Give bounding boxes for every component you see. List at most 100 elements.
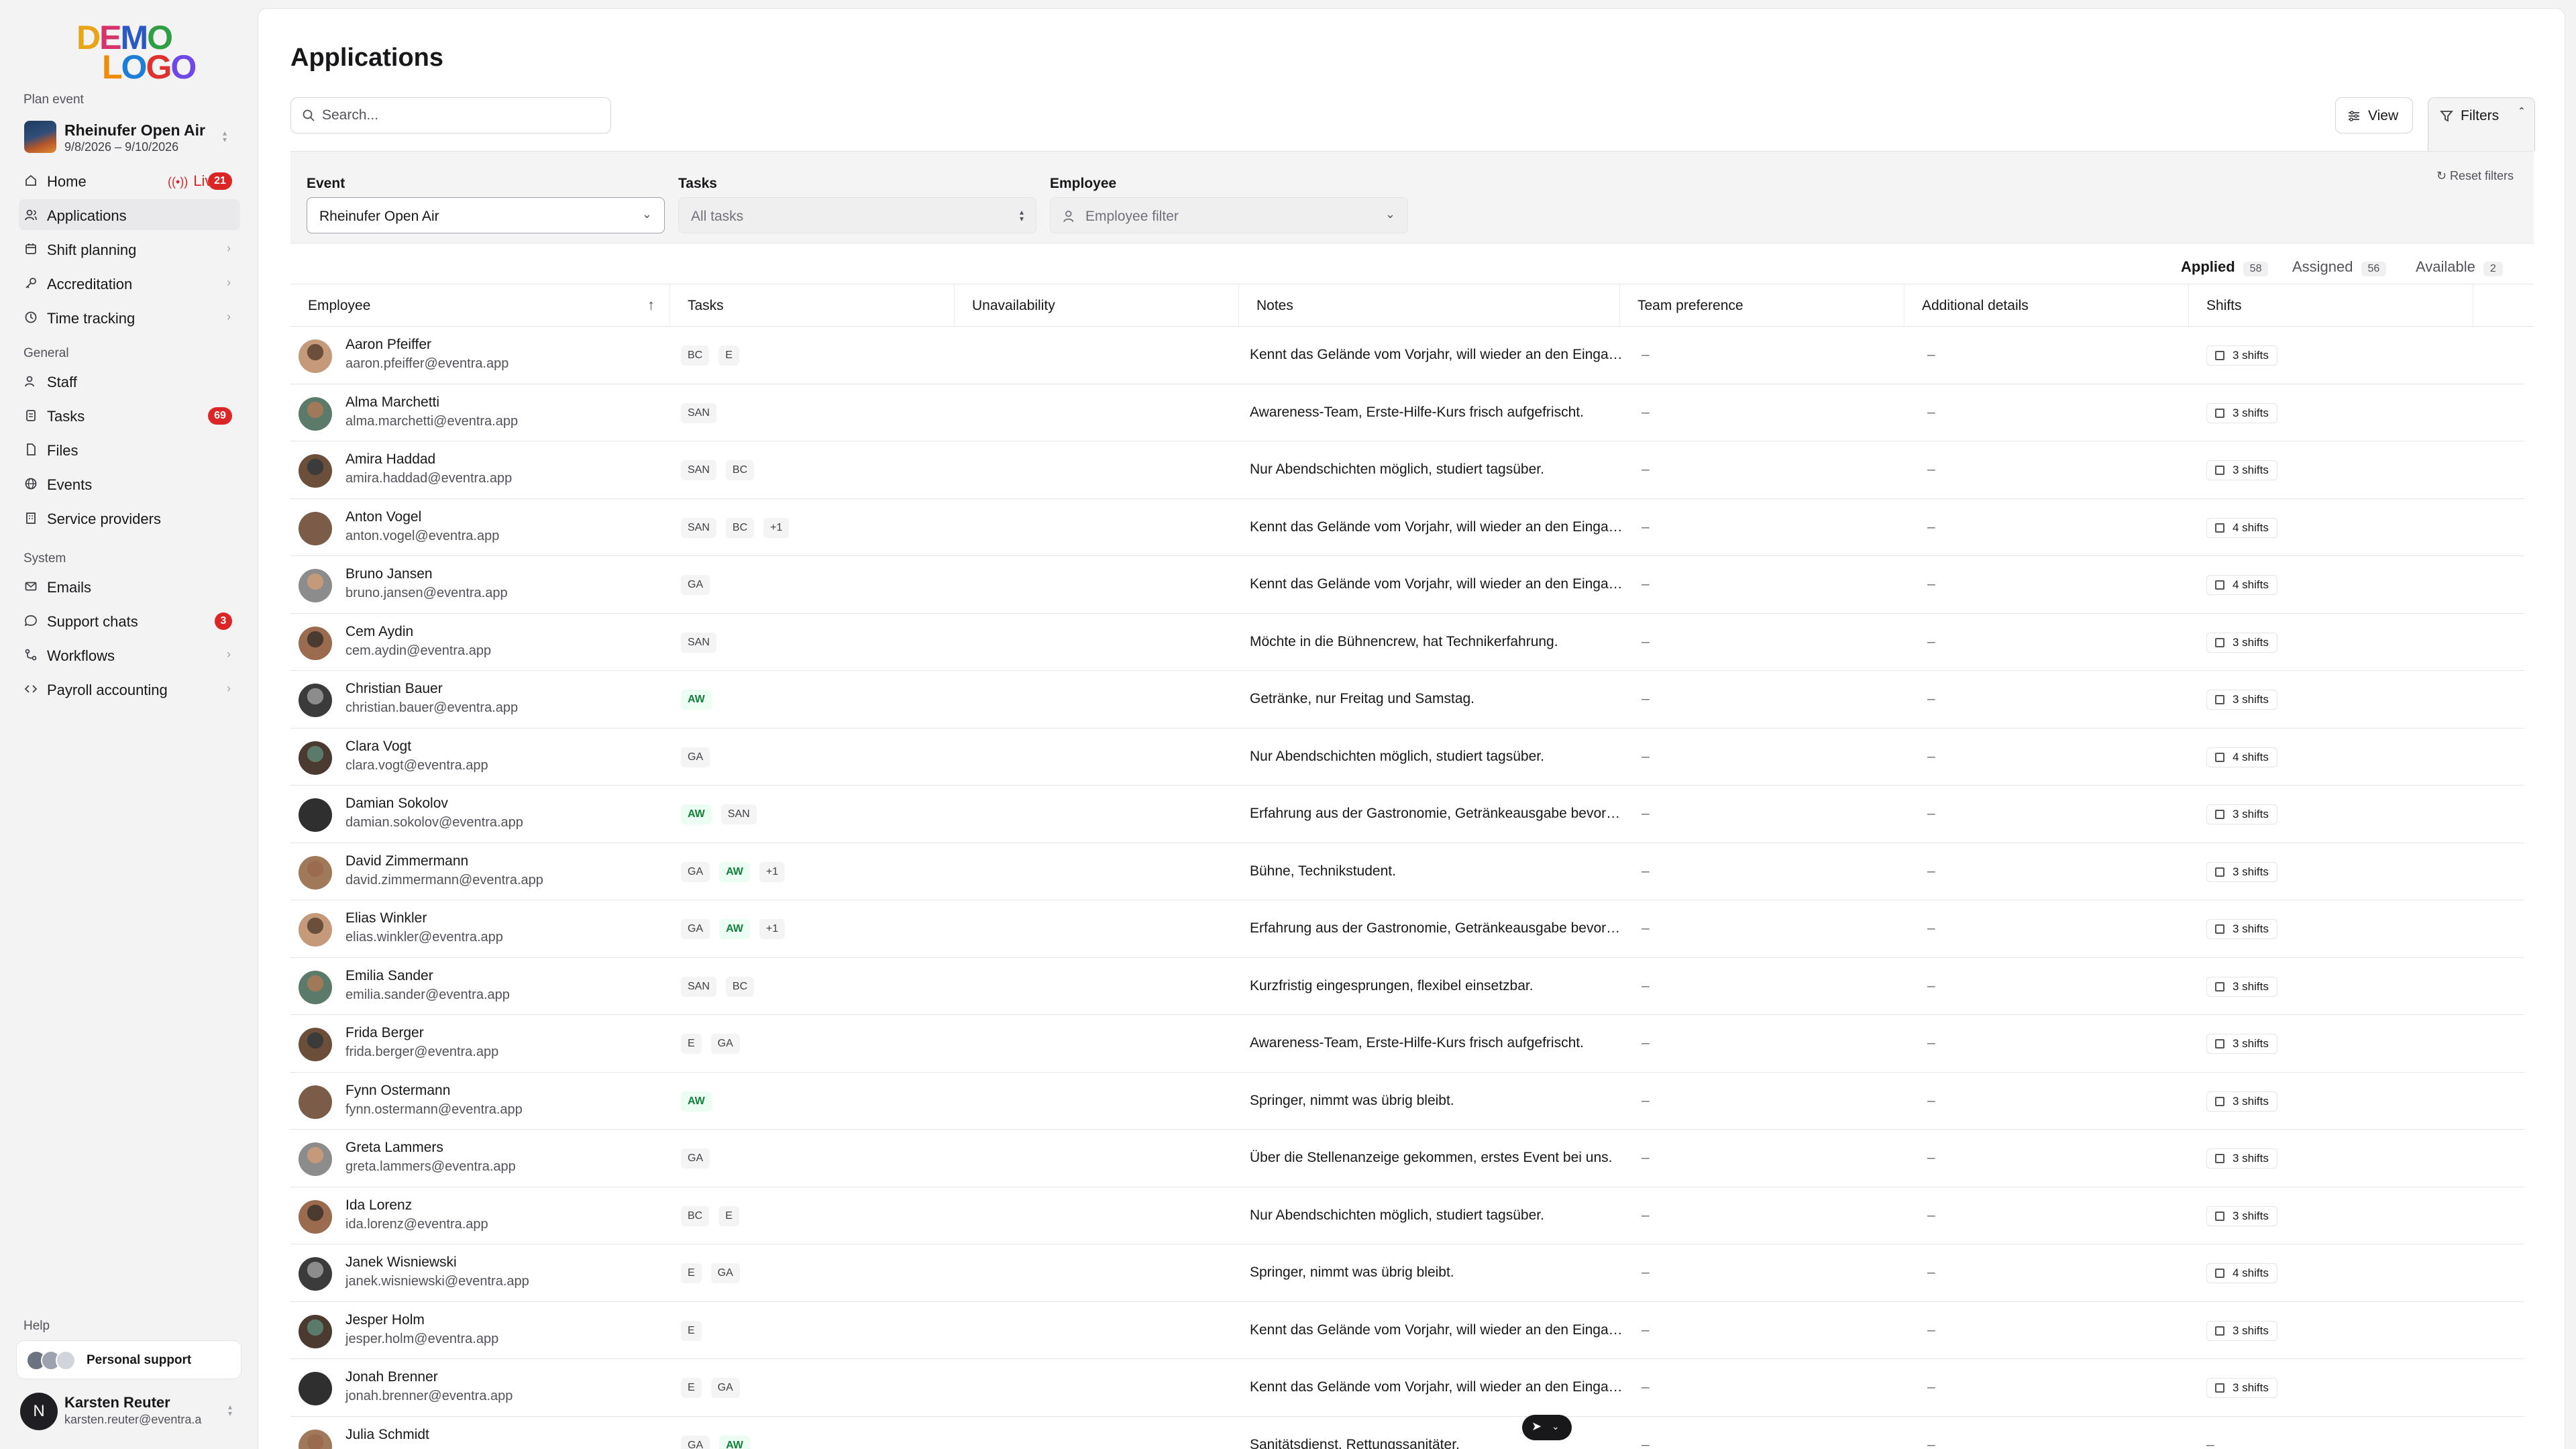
sidebar-item-accreditation[interactable]: Accreditation › — [19, 268, 240, 299]
column-team-preference[interactable]: Team preference — [1620, 284, 1904, 327]
additional-details-cell: – — [1927, 1379, 1935, 1395]
employee-name[interactable]: Christian Bauer — [345, 681, 443, 697]
shifts-badge[interactable]: 3 shifts — [2206, 402, 2277, 423]
shifts-badge[interactable]: 4 shifts — [2206, 1263, 2277, 1283]
sidebar-item-applications[interactable]: Applications — [19, 199, 240, 230]
tab-assigned[interactable]: Assigned 56 — [2292, 252, 2400, 286]
sidebar-item-emails[interactable]: Emails — [19, 571, 240, 602]
table-row[interactable]: Frida Berger frida.berger@eventra.app E GA A… — [290, 1015, 2524, 1073]
table-row[interactable]: Anton Vogel anton.vogel@eventra.app SAN BC +… — [290, 499, 2524, 556]
shifts-badge[interactable]: 4 shifts — [2206, 517, 2277, 538]
shifts-badge[interactable]: 3 shifts — [2206, 1378, 2277, 1398]
sidebar-item-time-tracking[interactable]: Time tracking › — [19, 302, 240, 333]
employee-name[interactable]: Janek Wisniewski — [345, 1254, 457, 1271]
shifts-badge[interactable]: 3 shifts — [2206, 861, 2277, 882]
column-shifts[interactable]: Shifts — [2189, 284, 2473, 327]
shifts-badge[interactable]: 3 shifts — [2206, 345, 2277, 366]
column-unavailability[interactable]: Unavailability — [955, 284, 1239, 327]
shifts-badge[interactable]: 3 shifts — [2206, 632, 2277, 653]
sidebar-item-events[interactable]: Events — [19, 468, 240, 499]
table-row[interactable]: Janek Wisniewski janek.wisniewski@eventra… — [290, 1244, 2524, 1302]
sidebar-item-tasks[interactable]: Tasks 69 — [19, 400, 240, 431]
employee-name[interactable]: Amira Haddad — [345, 451, 435, 468]
table-row[interactable]: Cem Aydin cem.aydin@eventra.app SAN Möchte … — [290, 614, 2524, 671]
tasks-filter-select[interactable]: All tasks ▴ ▾ — [678, 197, 1036, 233]
shifts-badge[interactable]: 3 shifts — [2206, 1320, 2277, 1341]
avatar — [299, 454, 332, 488]
employee-name[interactable]: Alma Marchetti — [345, 394, 439, 411]
employee-name[interactable]: Damian Sokolov — [345, 796, 448, 812]
shifts-badge[interactable]: 3 shifts — [2206, 1148, 2277, 1169]
employee-name[interactable]: Jonah Brenner — [345, 1369, 438, 1385]
employee-name[interactable]: Greta Lammers — [345, 1140, 443, 1156]
employee-name[interactable]: Julia Schmidt — [345, 1427, 429, 1443]
demo-logo[interactable]: DEMO LOGO — [76, 20, 197, 84]
sidebar-item-support-chats[interactable]: Support chats 3 — [19, 605, 240, 636]
table-row[interactable]: Alma Marchetti alma.marchetti@eventra.app… — [290, 384, 2524, 441]
reset-filters-button[interactable]: ↻ Reset filters — [2436, 169, 2514, 183]
table-row[interactable]: Ida Lorenz ida.lorenz@eventra.app BC E Nur A… — [290, 1187, 2524, 1244]
shifts-badge[interactable]: 4 shifts — [2206, 575, 2277, 595]
sidebar-item-files[interactable]: Files — [19, 434, 240, 465]
table-row[interactable]: Julia Schmidt GA AW Sanitätsdienst, Rettung… — [290, 1417, 2524, 1449]
employee-name[interactable]: Jesper Holm — [345, 1312, 425, 1328]
column-employee[interactable]: Employee ↑ — [290, 284, 670, 327]
shifts-badge[interactable]: 3 shifts — [2206, 919, 2277, 939]
filters-button[interactable]: Filters ˆ — [2428, 97, 2535, 151]
sidebar-item-home[interactable]: Home ((•)) Live 21 — [19, 165, 240, 196]
column-notes[interactable]: Notes — [1239, 284, 1620, 327]
shifts-badge[interactable]: 3 shifts — [2206, 976, 2277, 997]
table-row[interactable]: Aaron Pfeiffer aaron.pfeiffer@eventra.app… — [290, 327, 2524, 384]
employee-name[interactable]: Anton Vogel — [345, 509, 421, 525]
employee-name[interactable]: Clara Vogt — [345, 739, 411, 755]
employee-name[interactable]: Fynn Ostermann — [345, 1083, 450, 1099]
employee-name[interactable]: Cem Aydin — [345, 624, 413, 640]
tab-available[interactable]: Available 2 — [2416, 252, 2530, 286]
sidebar-item-workflows[interactable]: Workflows › — [19, 639, 240, 670]
shifts-badge[interactable]: 4 shifts — [2206, 747, 2277, 767]
tab-applied[interactable]: Applied 58 — [2181, 252, 2269, 286]
employee-filter-select[interactable]: Employee filter ⌄ — [1050, 197, 1408, 233]
shifts-badge[interactable]: 3 shifts — [2206, 1034, 2277, 1054]
table-row[interactable]: Fynn Ostermann fynn.ostermann@eventra.app… — [290, 1073, 2524, 1130]
user-menu[interactable]: N Karsten Reuter karsten.reuter@eventra.… — [16, 1390, 241, 1433]
search-input[interactable] — [322, 105, 590, 126]
employee-name[interactable]: Bruno Jansen — [345, 566, 433, 582]
sidebar-item-payroll-accounting[interactable]: Payroll accounting › — [19, 674, 240, 704]
shifts-badge[interactable]: 3 shifts — [2206, 460, 2277, 480]
table-row[interactable]: Jonah Brenner jonah.brenner@eventra.app E G… — [290, 1359, 2524, 1417]
table-row[interactable]: Christian Bauer christian.bauer@eventra.a… — [290, 671, 2524, 729]
shifts-badge[interactable]: 3 shifts — [2206, 1205, 2277, 1226]
table-row[interactable]: Greta Lammers greta.lammers@eventra.app GA… — [290, 1130, 2524, 1187]
sort-ascending-icon[interactable]: ↑ — [647, 297, 655, 314]
table-row[interactable]: Clara Vogt clara.vogt@eventra.app GA Nur Ab… — [290, 729, 2524, 786]
table-row[interactable]: Emilia Sander emilia.sander@eventra.app SA… — [290, 958, 2524, 1015]
floating-action-button[interactable]: ➤ ⌄ — [1522, 1415, 1572, 1440]
table-row[interactable]: David Zimmermann david.zimmermann@eventra… — [290, 843, 2524, 900]
shifts-badge[interactable]: 3 shifts — [2206, 804, 2277, 824]
table-row[interactable]: Jesper Holm jesper.holm@eventra.app E Kennt… — [290, 1302, 2524, 1359]
table-row[interactable]: Amira Haddad amira.haddad@eventra.app SAN B… — [290, 441, 2524, 499]
table-row[interactable]: Bruno Jansen bruno.jansen@eventra.app GA Ke… — [290, 556, 2524, 614]
employee-name[interactable]: Elias Winkler — [345, 910, 427, 926]
employee-name[interactable]: Aaron Pfeiffer — [345, 337, 431, 353]
table-row[interactable]: Damian Sokolov damian.sokolov@eventra.app… — [290, 786, 2524, 843]
shifts-badge[interactable]: 3 shifts — [2206, 1091, 2277, 1112]
employee-name[interactable]: Emilia Sander — [345, 968, 433, 984]
table-row[interactable]: Elias Winkler elias.winkler@eventra.app GA… — [290, 900, 2524, 958]
employee-name[interactable]: Frida Berger — [345, 1025, 424, 1041]
sidebar-item-shift-planning[interactable]: Shift planning › — [19, 233, 240, 264]
view-button[interactable]: View — [2335, 97, 2413, 133]
avatar — [299, 1142, 332, 1176]
shifts-badge[interactable]: 3 shifts — [2206, 690, 2277, 710]
employee-name[interactable]: David Zimmermann — [345, 853, 468, 869]
column-tasks[interactable]: Tasks — [670, 284, 955, 327]
event-filter-select[interactable]: Rheinufer Open Air ⌄ — [307, 197, 665, 233]
event-switcher[interactable]: Rheinufer Open Air 9/8/2026 – 9/10/2026 … — [20, 117, 236, 156]
personal-support-button[interactable]: Personal support — [16, 1340, 241, 1379]
search-box[interactable] — [290, 97, 611, 133]
sidebar-item-staff[interactable]: Staff — [19, 366, 240, 396]
column-additional-details[interactable]: Additional details — [1904, 284, 2189, 327]
employee-name[interactable]: Ida Lorenz — [345, 1197, 412, 1214]
sidebar-item-service-providers[interactable]: Service providers — [19, 502, 240, 533]
